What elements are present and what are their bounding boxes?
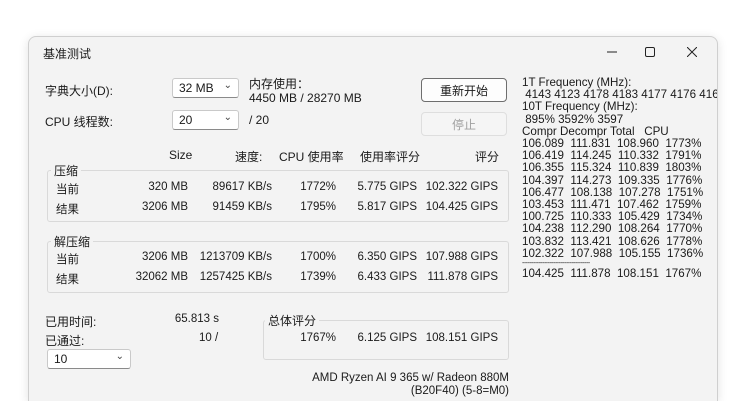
log-line: 106.355 115.324 110.839 1803%: [522, 161, 702, 175]
log-line: 104.238 112.290 108.264 1770%: [522, 222, 703, 236]
dictionary-size-select[interactable]: 32 MB ⌄: [172, 78, 239, 98]
log-line: 102.322 107.988 105.155 1736%: [522, 246, 704, 260]
elapsed-time-label: 已用时间:: [45, 315, 97, 329]
header-size: Size: [169, 148, 193, 162]
compress-current-label: 当前: [56, 184, 79, 196]
restart-button[interactable]: 重新开始: [421, 78, 507, 102]
minimize-icon: [607, 51, 617, 53]
elapsed-time-value: 65.813 s: [174, 313, 219, 325]
compress-current-cpu: 1772%: [300, 181, 336, 193]
compress-current-rating: 5.775 GIPS: [357, 181, 417, 193]
benchmark-log: 1T Frequency (MHz): 4143 4123 4178 4183 …: [522, 76, 717, 281]
compress-current-score: 102.322 GIPS: [425, 181, 498, 193]
decompress-group-title: 解压缩: [51, 233, 94, 250]
cpu-threads-select[interactable]: 20 ⌄: [172, 110, 239, 130]
close-icon: [687, 47, 697, 57]
log-line: 10T Frequency (MHz):: [522, 100, 638, 114]
passed-label: 已通过:: [45, 334, 85, 348]
decompress-result-cpu: 1739%: [300, 271, 336, 283]
passed-value: 10 /: [199, 332, 219, 344]
compress-current-speed: 89617 KB/s: [212, 181, 272, 193]
memory-usage-value: 4450 MB / 28270 MB: [249, 91, 362, 105]
header-usage-rating: 使用率评分: [360, 150, 421, 164]
decompress-group: [47, 241, 509, 293]
decompress-current-label: 当前: [56, 254, 79, 266]
total-usage-rating: 6.125 GIPS: [357, 332, 417, 344]
decompress-current-rating: 6.350 GIPS: [357, 251, 417, 263]
decompress-current-speed: 1213709 KB/s: [199, 251, 272, 263]
log-line: 104.425 111.878 108.151 1767%: [522, 267, 702, 281]
cpu-threads-label: CPU 线程数:: [45, 115, 114, 129]
minimize-button[interactable]: [597, 41, 627, 63]
compress-group-title: 压缩: [51, 162, 82, 179]
cpu-threads-max: / 20: [249, 113, 270, 127]
decompress-result-score: 111.878 GIPS: [427, 271, 498, 283]
compress-result-rating: 5.817 GIPS: [357, 201, 417, 213]
log-line: 895% 3592% 3597: [522, 112, 624, 126]
maximize-button[interactable]: [635, 41, 665, 63]
log-line: 103.832 113.421 108.626 1778%: [522, 234, 703, 248]
total-cpu: 1767%: [300, 332, 336, 344]
dictionary-size-value: 32 MB: [179, 81, 214, 95]
decompress-result-label: 结果: [56, 274, 79, 286]
window-title: 基准测试: [43, 47, 92, 61]
decompress-result-rating: 6.433 GIPS: [357, 271, 417, 283]
memory-usage-label: 内存使用：: [249, 77, 310, 91]
cpu-name: AMD Ryzen AI 9 365 w/ Radeon 880M: [312, 372, 509, 384]
cpu-threads-value: 20: [179, 113, 193, 127]
stop-button[interactable]: 停止: [421, 112, 507, 136]
chevron-down-icon: ⌄: [223, 112, 232, 123]
total-score: 108.151 GIPS: [425, 332, 498, 344]
compress-result-cpu: 1795%: [300, 201, 336, 213]
header-rating: 评分: [475, 150, 500, 164]
chevron-down-icon: ⌄: [115, 351, 124, 362]
compress-result-size: 3206 MB: [141, 201, 188, 213]
header-speed: 速度:: [235, 150, 263, 164]
compress-result-speed: 91459 KB/s: [212, 201, 272, 213]
chevron-down-icon: ⌄: [223, 80, 232, 91]
log-line: 104.397 114.273 109.335 1776%: [522, 173, 703, 187]
dictionary-size-label: 字典大小(D):: [45, 84, 113, 98]
compress-group: [47, 170, 509, 222]
compress-result-score: 104.425 GIPS: [425, 201, 498, 213]
compress-current-size: 320 MB: [148, 181, 188, 193]
close-button[interactable]: [677, 41, 707, 63]
decompress-current-cpu: 1700%: [300, 251, 336, 263]
decompress-result-size: 32062 MB: [135, 271, 188, 283]
decompress-current-score: 107.988 GIPS: [425, 251, 498, 263]
decompress-result-speed: 1257425 KB/s: [199, 271, 272, 283]
compress-result-label: 结果: [56, 204, 79, 216]
total-rating-title: 总体评分: [265, 312, 320, 329]
header-cpu-usage: CPU 使用率: [279, 150, 344, 164]
cpu-id: (B20F40) (5-8=M0): [410, 385, 509, 397]
decompress-current-size: 3206 MB: [141, 251, 188, 263]
passes-select[interactable]: 10 ⌄: [47, 349, 131, 369]
passes-value: 10: [54, 352, 68, 366]
maximize-icon: [645, 47, 655, 57]
benchmark-window: 基准测试 字典大小(D): 32 MB ⌄ CPU 线程数: 20 ⌄ / 20…: [28, 36, 718, 401]
